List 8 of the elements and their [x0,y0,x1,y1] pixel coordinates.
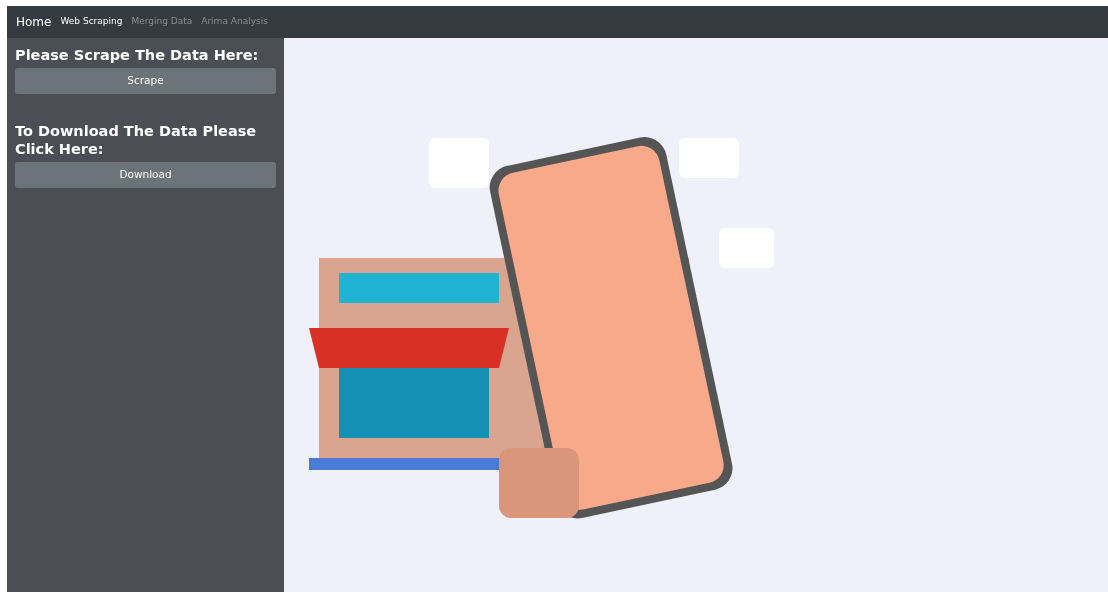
navbar-brand[interactable]: Home [16,13,52,31]
section-heading: To Download The Data Please Click Here: [15,121,258,160]
nav-link[interactable]: Arima Analysis [201,15,268,29]
nav-link[interactable]: Merging Data [131,15,193,29]
nav-link[interactable]: Web Scraping [60,15,123,29]
section-heading: Please Scrape The Data Here: [15,46,260,65]
action-button[interactable]: Download [15,162,276,189]
action-button[interactable]: Scrape [15,67,276,94]
